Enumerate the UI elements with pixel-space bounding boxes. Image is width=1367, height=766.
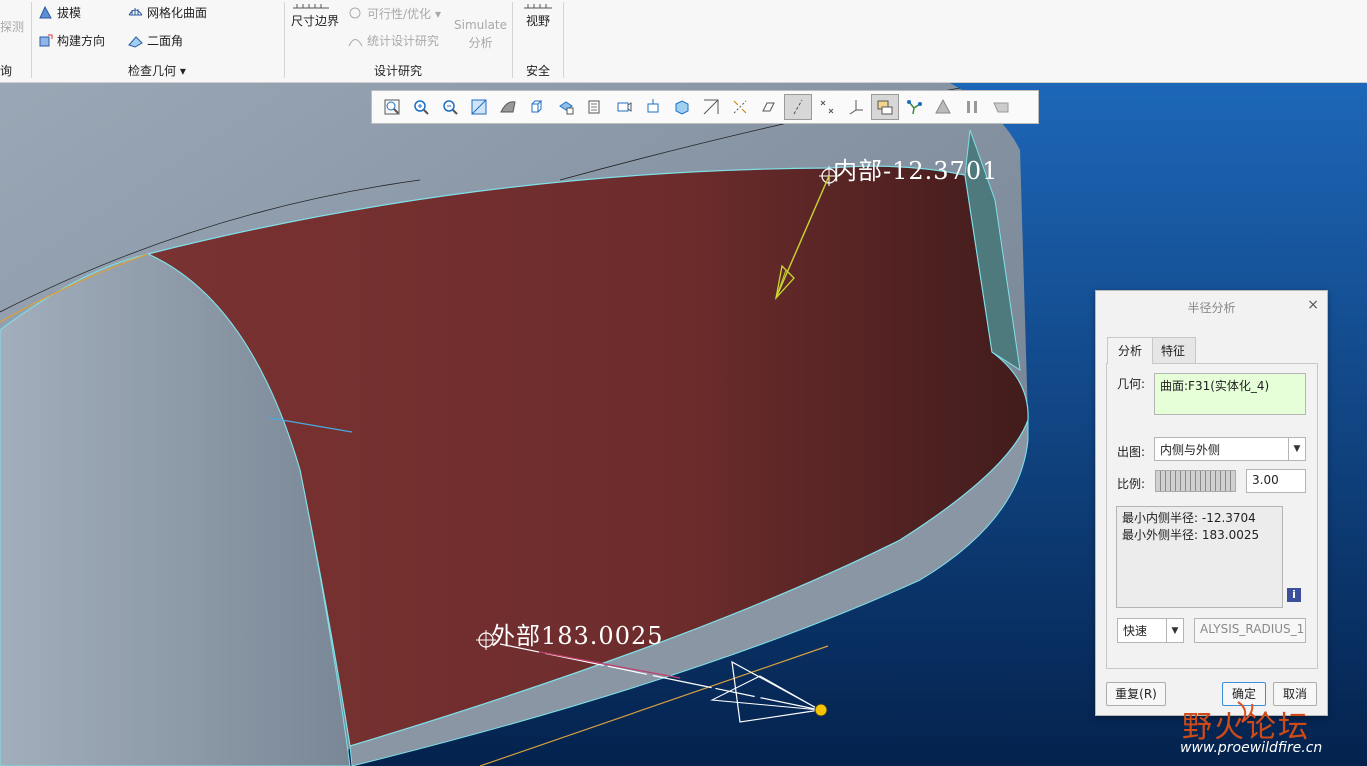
feasibility-icon [349,7,361,19]
geometry-label: 几何: [1117,377,1146,391]
inner-radius-label: 内部-12.3701 [833,157,999,185]
min-outer-radius: 最小外侧半径: 183.0025 [1122,528,1260,542]
ribbon-separator [31,2,32,78]
reorient-icon[interactable] [465,94,493,120]
saved-views-icon[interactable] [523,94,551,120]
safety-group-label: 安全 [526,64,551,78]
scale-input[interactable]: 3.00 [1246,469,1306,493]
annotation-display-icon[interactable] [668,94,696,120]
drag-handle[interactable] [814,703,828,717]
analysis-name-field[interactable]: ALYSIS_RADIUS_1 [1194,618,1306,643]
csys-display-icon[interactable] [784,94,812,120]
perspective-icon[interactable] [610,94,638,120]
zoom-out-icon[interactable] [436,94,464,120]
network-icon[interactable] [929,94,957,120]
chevron-down-icon: ▼ [1288,438,1305,460]
min-inner-radius: 最小内侧半径: -12.3704 [1122,511,1256,525]
view-field-icon [524,4,552,9]
geometry-collector[interactable]: 曲面:F31(实体化_4) [1154,373,1306,415]
mode-dropdown[interactable]: 快速 ▼ [1117,618,1184,643]
watermark-url: www.proewildfire.cn [1180,740,1323,756]
dimension-boundary-button[interactable]: 尺寸边界 [291,2,339,29]
ribbon-separator [512,2,513,78]
ribbon-separator [284,2,285,78]
outer-radius-label: 外部183.0025 [491,622,664,650]
regenerate-icon[interactable] [987,94,1015,120]
statistical-design-button[interactable]: 统计设计研究 [348,32,439,49]
design-study-group-label: 设计研究 [374,64,423,78]
repeat-button[interactable]: 重复(R) [1106,682,1166,706]
query-group-label: 询 [0,64,13,78]
point-display-icon[interactable] [755,94,783,120]
annotation-toggle-icon[interactable] [842,94,870,120]
view-field-button[interactable]: 视野 [522,2,554,29]
display-style-icon[interactable] [494,94,522,120]
feasibility-button[interactable]: 可行性/优化 ▾ [348,5,441,22]
section-icon[interactable] [581,94,609,120]
plot-label: 出图: [1117,445,1146,459]
chevron-down-icon: ▼ [1166,619,1183,642]
zoom-in-icon[interactable] [407,94,435,120]
forum-watermark: 野火论坛 www.proewildfire.cn [1180,700,1360,760]
axis-display-icon[interactable] [726,94,754,120]
close-icon[interactable]: × [1307,297,1319,313]
mesh-surface-button[interactable]: 网格化曲面 [128,4,207,21]
plot-dropdown[interactable]: 内侧与外侧 ▼ [1154,437,1306,461]
draft-icon [39,5,52,19]
dimension-boundary-icon [293,4,329,9]
appearance-icon[interactable] [900,94,928,120]
view-manager-icon[interactable] [552,94,580,120]
scale-label: 比例: [1117,477,1146,491]
simulate-analysis-button[interactable]: Simulate 分析 [454,18,507,51]
mesh-surface-icon [128,8,143,16]
ribbon-separator [563,2,564,78]
build-direction-button[interactable]: 构建方向 [38,32,105,49]
build-direction-icon [39,34,53,47]
radius-analysis-dialog: 半径分析 × 分析 特征 几何: 曲面:F31(实体化_4) 出图: 内侧与外侧… [1095,290,1328,716]
dialog-title: 半径分析 [1187,301,1236,315]
statistical-icon [348,39,363,47]
dihedral-angle-button[interactable]: 二面角 [128,32,183,49]
scale-slider[interactable] [1155,470,1236,492]
info-icon[interactable]: i [1287,588,1301,602]
dihedral-angle-icon [128,36,143,48]
results-area: 最小内侧半径: -12.3704 最小外侧半径: 183.0025 [1116,506,1283,608]
plane-display-icon[interactable] [697,94,725,120]
tab-analysis[interactable]: 分析 [1107,337,1154,364]
datum-display-icon[interactable] [813,94,841,120]
spin-center-icon[interactable] [639,94,667,120]
tab-feature[interactable]: 特征 [1150,337,1197,363]
refit-icon[interactable] [378,94,406,120]
coordinate-display-icon[interactable] [871,94,899,120]
view-toolbar [371,90,1039,124]
draft-button[interactable]: 拔模 [38,4,81,21]
pause-icon[interactable] [958,94,986,120]
ribbon: 探测 询 拔模 构建方向 网格化曲面 二面角 检查几何 ▾ 尺寸边界 可行性/优… [0,0,1367,83]
inspect-geometry-group[interactable]: 检查几何 ▾ [128,62,186,79]
probe-button[interactable]: 探测 [0,18,24,35]
